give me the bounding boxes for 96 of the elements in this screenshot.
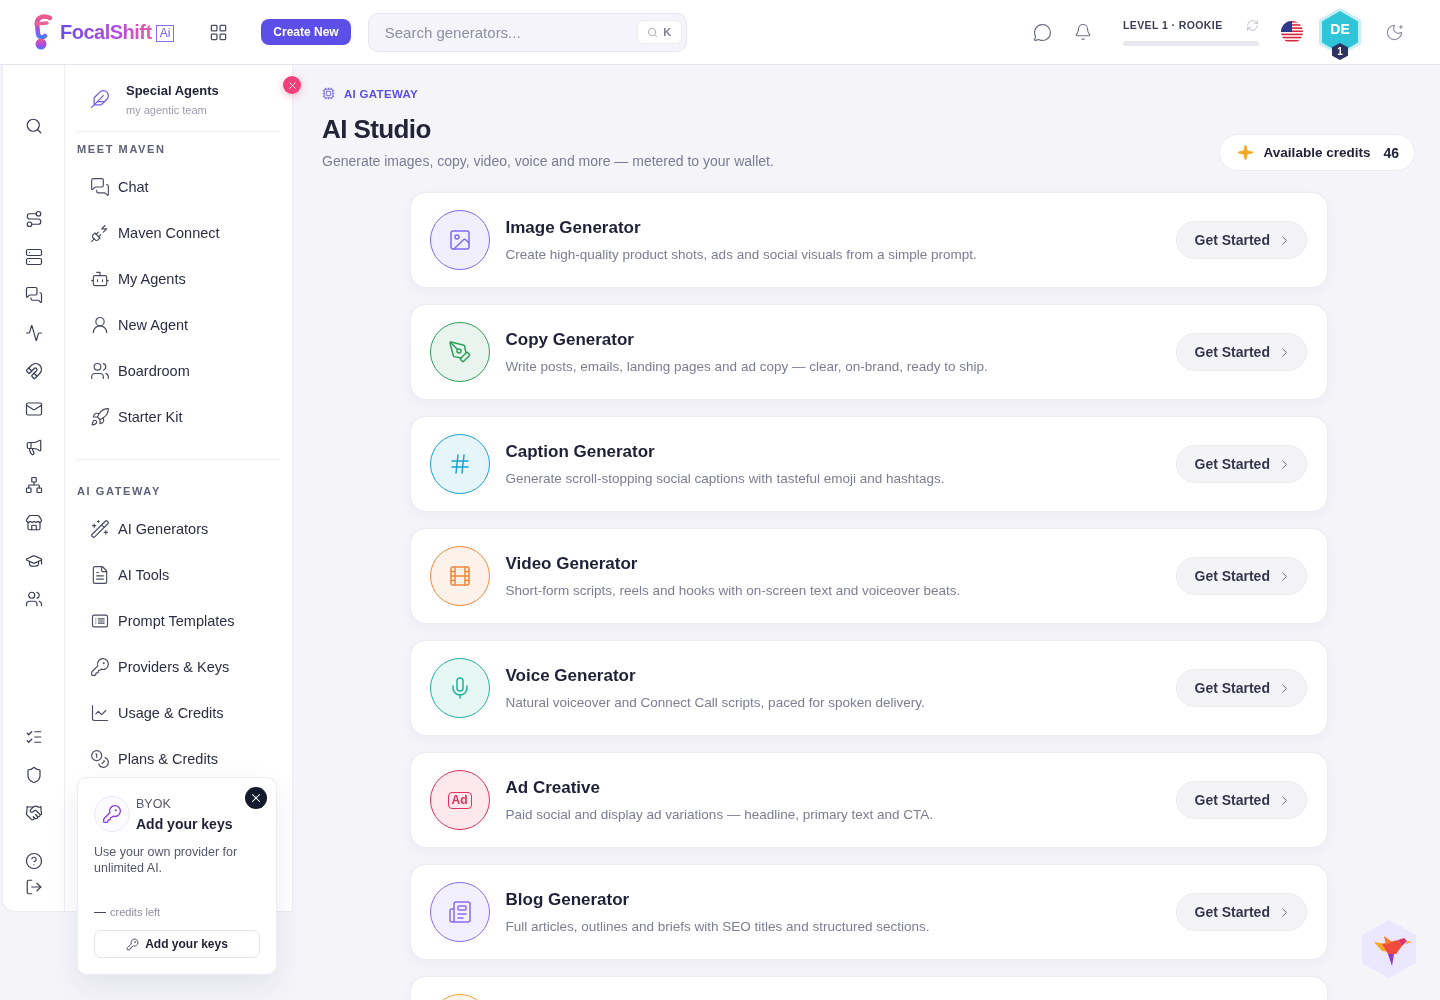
card-title: Ad Creative <box>505 778 601 798</box>
card-title: Voice Generator <box>505 666 637 686</box>
card-title: Caption Generator <box>505 442 656 462</box>
section-eyebrow: AI GATEWAY <box>344 87 418 100</box>
checklist-icon[interactable] <box>24 728 43 746</box>
document-icon <box>90 565 110 585</box>
sidebar-subtitle: my agentic team <box>126 103 208 116</box>
sidebar-item[interactable]: New Agent <box>77 302 280 348</box>
help-icon[interactable] <box>24 852 43 870</box>
card-title: Copy Generator <box>505 330 635 350</box>
card-text: Use your own provider for unlimited AI. <box>94 844 239 876</box>
card-description: Paid social and display ad variations — headline, primary text and CTA. <box>505 807 933 822</box>
card-description: Short-form scripts, reels and hooks with on-screen text and voiceover beats. <box>505 583 961 598</box>
flag-icon[interactable] <box>1281 21 1303 43</box>
key-icon <box>90 657 110 677</box>
get-started-button[interactable]: Get Started <box>1175 669 1307 707</box>
get-started-button[interactable]: Get Started <box>1175 221 1307 259</box>
card-title: Blog Generator <box>505 890 631 910</box>
credits-value: — <box>94 905 106 919</box>
get-started-button[interactable]: Get Started <box>1175 893 1307 931</box>
coins-icon <box>90 749 110 769</box>
sidebar-item[interactable]: My Agents <box>77 256 280 302</box>
ad-icon: Ad <box>429 770 490 830</box>
chat-bubbles-icon[interactable] <box>24 286 43 304</box>
card-description: Generate scroll-stopping social captions with tasteful emoji and hashtags. <box>505 471 945 486</box>
get-started-button[interactable]: Get Started <box>1175 333 1307 371</box>
section-label: AI GATEWAY <box>77 485 162 497</box>
bird-icon[interactable] <box>1360 918 1418 980</box>
megaphone-icon[interactable] <box>24 438 43 456</box>
card-description: Natural voiceover and Connect Call scripts, paced for spoken delivery. <box>505 695 925 710</box>
section-label: MEET MAVEN <box>77 143 167 155</box>
chip-icon <box>322 87 335 100</box>
card-description: Full articles, outlines and briefs with SEO titles and structured sections. <box>505 919 930 934</box>
logo-icon[interactable] <box>33 13 53 51</box>
card-description: Create high-quality product shots, ads and social visuals from a simple prompt. <box>505 247 977 262</box>
route-icon[interactable] <box>24 210 43 228</box>
search-icon <box>647 26 659 38</box>
sparkle-icon <box>1236 144 1254 161</box>
magic-wand-icon <box>90 519 110 539</box>
search-field[interactable]: Search generators... K <box>367 12 687 52</box>
search-icon[interactable] <box>24 117 43 135</box>
notifications-icon[interactable] <box>1074 23 1092 41</box>
sidebar-item[interactable]: AI Generators <box>77 506 280 552</box>
logo-suffix: Ai <box>155 24 175 42</box>
sidebar-title: Special Agents <box>126 82 219 98</box>
rocket-icon <box>90 407 110 427</box>
mail-icon[interactable] <box>24 400 43 418</box>
card-title: Video Generator <box>505 554 639 574</box>
sidebar-item[interactable]: Usage & Credits <box>77 690 280 736</box>
people-icon[interactable] <box>24 590 43 608</box>
sidebar-item[interactable]: Prompt Templates <box>77 598 280 644</box>
add-keys-button[interactable]: Add your keys <box>94 930 260 958</box>
create-new-button[interactable]: Create New <box>261 19 351 45</box>
network-icon[interactable] <box>24 476 43 494</box>
card-eyebrow: BYOK <box>136 796 172 811</box>
logout-icon[interactable] <box>24 878 43 896</box>
shortcut-text: K <box>663 26 672 38</box>
sidebar-item[interactable]: AI Tools <box>77 552 280 598</box>
robot-icon <box>90 269 110 289</box>
credits-label: Available credits <box>1263 145 1371 160</box>
search-input[interactable]: Search generators... <box>384 23 637 41</box>
magnet-icon[interactable] <box>24 362 43 380</box>
sidebar-item[interactable]: Providers & Keys <box>77 644 280 690</box>
grid-icon[interactable] <box>209 22 229 42</box>
moon-icon[interactable] <box>1385 22 1404 42</box>
key-icon <box>126 937 140 951</box>
card-title: Image Generator <box>505 218 642 238</box>
sidebar-item[interactable]: Plans & Credits <box>77 736 280 782</box>
page-title: AI Studio <box>322 114 432 145</box>
plug-icon <box>90 223 110 243</box>
credits-value: 46 <box>1383 144 1399 161</box>
level-label: LEVEL 1 · ROOKIE <box>1123 19 1223 31</box>
page-subtitle: Generate images, copy, video, voice and more — metered to your wallet. <box>322 153 774 169</box>
sidebar-item[interactable]: Chat <box>77 164 280 210</box>
handshake-icon[interactable] <box>24 804 43 822</box>
sidebar-item[interactable]: Starter Kit <box>77 394 280 440</box>
graduation-cap-icon[interactable] <box>24 552 43 570</box>
get-started-button[interactable]: Get Started <box>1175 781 1307 819</box>
pulse-icon[interactable] <box>24 324 43 342</box>
shield-icon[interactable] <box>24 766 43 784</box>
chat-bubbles-icon <box>90 177 110 197</box>
get-started-button[interactable]: Get Started <box>1175 445 1307 483</box>
store-icon[interactable] <box>24 514 43 532</box>
credits-label: credits left <box>110 906 161 918</box>
people-icon <box>90 361 110 381</box>
chat-icon[interactable] <box>1033 22 1052 42</box>
sidebar-item[interactable]: Maven Connect <box>77 210 280 256</box>
feather-icon <box>90 89 110 109</box>
card-description: Write posts, emails, landing pages and ad copy — clear, on-brand, ready to ship. <box>505 359 988 374</box>
card-title: Add your keys <box>136 815 233 832</box>
get-started-button[interactable]: Get Started <box>1175 557 1307 595</box>
line-chart-icon <box>90 703 110 723</box>
sidebar-item[interactable]: Boardroom <box>77 348 280 394</box>
person-icon <box>90 315 110 335</box>
server-icon[interactable] <box>24 248 43 266</box>
key-icon <box>94 796 130 832</box>
